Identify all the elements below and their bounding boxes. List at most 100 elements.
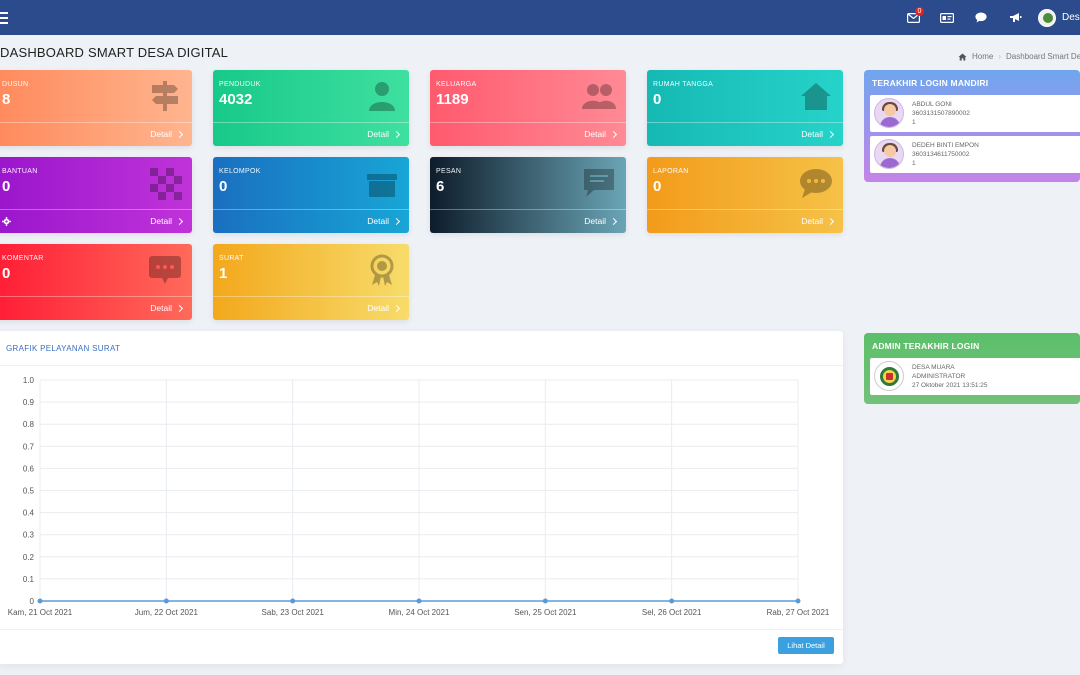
x-tick-label: Min, 24 Oct 2021 xyxy=(389,608,450,617)
card-detail-link[interactable]: Detail xyxy=(367,216,401,226)
card-dusun: DUSUN 8 Detail xyxy=(0,70,192,146)
chart-title: GRAFIK PELAYANAN SURAT xyxy=(0,331,843,366)
user-nik: 3603134611750002 xyxy=(912,151,970,158)
detail-label: Detail xyxy=(367,303,389,313)
admin-name: DESA MUARA xyxy=(912,364,955,371)
y-tick-label: 0 xyxy=(30,597,35,606)
list-item[interactable]: ABDUL GONI 3603131507890002 1 xyxy=(870,95,1080,132)
user-extra: 1 xyxy=(912,119,916,126)
chevron-right-icon xyxy=(175,217,184,225)
card-label: LAPORAN xyxy=(653,168,689,175)
admin-last-login-panel: ADMIN TERAKHIR LOGIN DESA MUARA ADMINIST… xyxy=(864,333,1080,404)
card-footer: Detail xyxy=(213,209,409,233)
y-tick-label: 0.7 xyxy=(23,442,35,451)
list-item[interactable]: DEDEH BINTI EMPON 3603134611750002 1 xyxy=(870,136,1080,173)
id-card-icon xyxy=(940,12,954,23)
card-detail-link[interactable]: Detail xyxy=(367,129,401,139)
card-value: 6 xyxy=(436,178,445,195)
card-label: KELUARGA xyxy=(436,81,477,88)
card-detail-link[interactable]: Detail xyxy=(367,303,401,313)
user-name: DEDEH BINTI EMPON xyxy=(912,142,979,149)
card-detail-link[interactable]: Detail xyxy=(584,216,618,226)
breadcrumb: Home › Dashboard Smart Desa Digital xyxy=(958,52,1080,61)
id-card-button[interactable] xyxy=(930,0,964,35)
x-tick-label: Kam, 21 Oct 2021 xyxy=(8,608,73,617)
chat-button[interactable] xyxy=(964,0,998,35)
card-value: 0 xyxy=(653,178,662,195)
mail-count-badge: 0 xyxy=(915,7,924,16)
avatar xyxy=(874,98,904,128)
data-point xyxy=(542,598,548,604)
card-value: 1 xyxy=(219,265,228,282)
list-item[interactable]: DESA MUARA ADMINISTRATOR 27 Oktober 2021… xyxy=(870,358,1080,395)
y-tick-label: 1.0 xyxy=(23,376,35,385)
person-icon xyxy=(369,82,395,111)
card-detail-link[interactable]: Detail xyxy=(150,303,184,313)
y-tick-label: 0.3 xyxy=(23,531,35,540)
user-menu[interactable]: Desa Muara xyxy=(1032,0,1080,35)
card-penduduk: PENDUDUK 4032 Detail xyxy=(213,70,409,146)
detail-label: Detail xyxy=(150,303,172,313)
card-detail-link[interactable]: Detail xyxy=(584,129,618,139)
data-point xyxy=(416,598,422,604)
panel-title: TERAKHIR LOGIN MANDIRI xyxy=(872,78,989,88)
card-value: 0 xyxy=(653,91,662,108)
chevron-right-icon xyxy=(175,130,184,138)
card-detail-link[interactable]: Detail xyxy=(801,216,835,226)
card-footer: Detail xyxy=(0,122,192,146)
card-keluarga: KELUARGA 1189 Detail xyxy=(430,70,626,146)
data-point xyxy=(163,598,169,604)
breadcrumb-separator: › xyxy=(998,52,1002,61)
mail-button[interactable]: 0 xyxy=(896,0,930,35)
view-detail-button[interactable]: Lihat Detail xyxy=(778,637,834,654)
y-tick-label: 0.2 xyxy=(23,553,35,562)
data-point xyxy=(795,598,801,604)
message-icon xyxy=(584,169,614,197)
card-value: 0 xyxy=(2,265,11,282)
user-avatar xyxy=(1038,8,1056,27)
card-detail-link[interactable]: Detail xyxy=(801,129,835,139)
home-icon xyxy=(958,53,967,60)
card-detail-link[interactable]: Detail xyxy=(150,129,184,139)
card-footer: Detail xyxy=(430,209,626,233)
y-tick-label: 0.4 xyxy=(23,509,35,518)
signpost-icon xyxy=(152,81,178,111)
chevron-right-icon xyxy=(175,304,184,312)
y-tick-label: 0.8 xyxy=(23,420,35,429)
detail-label: Detail xyxy=(150,216,172,226)
chart-panel: GRAFIK PELAYANAN SURAT 0 0.1 0.2 0.3 0.4 0.5 0… xyxy=(0,331,843,664)
card-kelompok: KELOMPOK 0 Detail xyxy=(213,157,409,233)
detail-label: Detail xyxy=(367,216,389,226)
y-tick-label: 0.5 xyxy=(23,487,35,496)
card-value: 0 xyxy=(2,178,11,195)
card-label: SURAT xyxy=(219,255,244,262)
users-icon xyxy=(582,84,616,109)
breadcrumb-home-link[interactable]: Home xyxy=(972,52,993,61)
announcement-button[interactable] xyxy=(998,0,1032,35)
card-label: PENDUDUK xyxy=(219,81,261,88)
card-label: DUSUN xyxy=(2,81,29,88)
card-surat: SURAT 1 Detail xyxy=(213,244,409,320)
x-tick-label: Sab, 23 Oct 2021 xyxy=(262,608,325,617)
card-rumah-tangga: RUMAH TANGGA 0 Detail xyxy=(647,70,843,146)
certificate-icon xyxy=(370,254,394,286)
x-tick-label: Sel, 26 Oct 2021 xyxy=(642,608,702,617)
card-detail-link[interactable]: Detail xyxy=(150,216,184,226)
x-tick-label: Jum, 22 Oct 2021 xyxy=(135,608,199,617)
menu-toggle-icon[interactable] xyxy=(0,9,8,25)
chevron-right-icon xyxy=(826,217,835,225)
data-point xyxy=(290,598,296,604)
card-footer: Detail xyxy=(0,209,192,233)
user-name: ABDUL GONI xyxy=(912,101,952,108)
card-footer: Detail xyxy=(647,122,843,146)
x-tick-label: Sen, 25 Oct 2021 xyxy=(514,608,577,617)
y-tick-label: 0.6 xyxy=(23,464,35,473)
chevron-right-icon xyxy=(392,304,401,312)
chevron-right-icon xyxy=(609,130,618,138)
chat-icon xyxy=(975,12,987,23)
chevron-right-icon xyxy=(609,217,618,225)
card-footer: Detail xyxy=(430,122,626,146)
data-point xyxy=(669,598,675,604)
house-icon xyxy=(801,83,831,110)
card-value: 8 xyxy=(2,91,11,108)
